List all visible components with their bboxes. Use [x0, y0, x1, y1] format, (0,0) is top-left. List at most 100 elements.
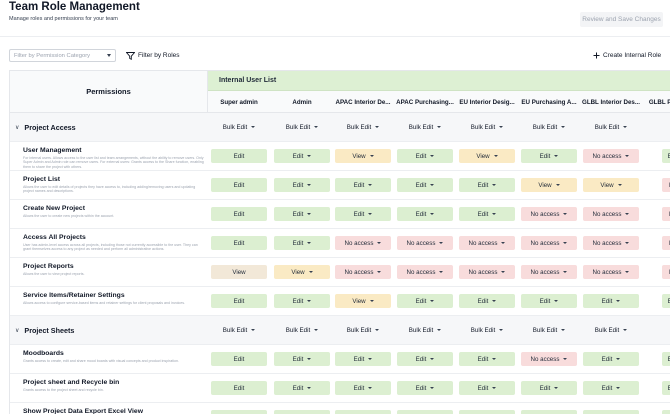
access-level-dropdown[interactable]: Edit: [211, 149, 267, 163]
bulk-edit-dropdown[interactable]: Bulk Edit: [471, 124, 504, 131]
access-level-dropdown[interactable]: View: [274, 265, 330, 279]
bulk-edit-dropdown[interactable]: Bulk Edit: [223, 124, 256, 131]
access-level-dropdown[interactable]: View: [335, 149, 391, 163]
access-level-dropdown[interactable]: Edit: [397, 149, 453, 163]
access-level-dropdown[interactable]: No: [662, 178, 670, 192]
access-level-dropdown[interactable]: Edit: [662, 149, 670, 163]
bulk-edit-dropdown[interactable]: Bulk Edit: [595, 124, 628, 131]
bulk-edit-dropdown[interactable]: Bulk Edit: [409, 124, 442, 131]
access-level-dropdown[interactable]: Edit: [397, 381, 453, 395]
access-level-dropdown[interactable]: No access: [583, 236, 639, 250]
access-level-dropdown[interactable]: Edit: [662, 352, 670, 366]
access-level-dropdown[interactable]: Edit: [459, 381, 515, 395]
access-level-dropdown[interactable]: Edit: [211, 207, 267, 221]
access-level-dropdown[interactable]: Edit: [459, 410, 515, 414]
role-column-header[interactable]: GLBL Interior Des...: [580, 91, 642, 113]
access-level-dropdown[interactable]: Edit: [583, 410, 639, 414]
permission-category-filter[interactable]: Filter by Permission Category: [9, 49, 116, 62]
access-level-dropdown[interactable]: Edit: [397, 294, 453, 308]
chevron-down-icon[interactable]: ∨: [15, 327, 19, 334]
access-level-dropdown[interactable]: Edit: [521, 294, 577, 308]
create-role-button[interactable]: Create Internal Role: [593, 49, 661, 62]
access-level-dropdown[interactable]: Edit: [459, 352, 515, 366]
access-level-dropdown[interactable]: Edit: [274, 178, 330, 192]
access-level-dropdown[interactable]: No access: [397, 236, 453, 250]
access-level-dropdown[interactable]: Edit: [274, 294, 330, 308]
access-level-dropdown[interactable]: Edit: [274, 352, 330, 366]
access-level-dropdown[interactable]: View: [583, 178, 639, 192]
access-level-dropdown[interactable]: Edit: [397, 352, 453, 366]
role-column-header[interactable]: Admin: [271, 91, 333, 113]
access-level-dropdown[interactable]: No: [662, 265, 670, 279]
access-level-dropdown[interactable]: Edit: [335, 381, 391, 395]
access-level-dropdown[interactable]: No: [662, 207, 670, 221]
bulk-edit-dropdown[interactable]: Bulk Edit: [595, 327, 628, 334]
bulk-edit-dropdown[interactable]: Bulk Edit: [347, 327, 380, 334]
access-level-dropdown[interactable]: No access: [459, 265, 515, 279]
access-level-dropdown[interactable]: Edit: [583, 294, 639, 308]
section-header-row[interactable]: ∨ Project Access Bulk Edit Bulk Edit Bulk Ed…: [10, 113, 670, 142]
access-level-dropdown[interactable]: No: [662, 236, 670, 250]
bulk-edit-dropdown[interactable]: Bulk Edit: [471, 327, 504, 334]
section-title[interactable]: ∨ Project Sheets: [10, 316, 208, 344]
section-title[interactable]: ∨ Project Access: [10, 113, 208, 141]
role-column-header[interactable]: GLBL Pu: [642, 91, 670, 113]
access-level-dropdown[interactable]: No access: [583, 149, 639, 163]
access-level-dropdown[interactable]: View: [521, 178, 577, 192]
role-column-header[interactable]: Super admin: [208, 91, 270, 113]
access-level-dropdown[interactable]: Edit: [583, 352, 639, 366]
access-level-dropdown[interactable]: View: [211, 265, 267, 279]
role-column-header[interactable]: APAC Purchasing...: [394, 91, 456, 113]
access-level-dropdown[interactable]: Edit: [662, 410, 670, 414]
filter-roles-button[interactable]: Filter by Roles: [126, 49, 180, 62]
role-column-header[interactable]: APAC Interior De...: [332, 91, 394, 113]
role-column-header[interactable]: EU Interior Desig...: [456, 91, 518, 113]
bulk-edit-dropdown[interactable]: Bulk Edit: [286, 124, 319, 131]
access-level-dropdown[interactable]: No access: [459, 236, 515, 250]
access-level-dropdown[interactable]: No access: [397, 265, 453, 279]
access-level-dropdown[interactable]: Edit: [662, 381, 670, 395]
bulk-edit-dropdown[interactable]: Bulk Edit: [286, 327, 319, 334]
chevron-down-icon[interactable]: ∨: [15, 124, 19, 131]
bulk-edit-dropdown[interactable]: Bulk Edit: [409, 327, 442, 334]
access-level-dropdown[interactable]: Edit: [211, 294, 267, 308]
access-level-dropdown[interactable]: No access: [335, 236, 391, 250]
access-level-dropdown[interactable]: No access: [521, 265, 577, 279]
access-level-dropdown[interactable]: Edit: [397, 178, 453, 192]
access-level-dropdown[interactable]: No access: [521, 236, 577, 250]
access-level-dropdown[interactable]: Edit: [211, 236, 267, 250]
access-level-dropdown[interactable]: Edit: [335, 352, 391, 366]
access-level-dropdown[interactable]: Edit: [211, 410, 267, 414]
bulk-edit-dropdown[interactable]: Bulk Edit: [533, 327, 566, 334]
access-level-dropdown[interactable]: Edit: [274, 207, 330, 221]
access-level-dropdown[interactable]: Edit: [521, 149, 577, 163]
review-save-button[interactable]: Review and Save Changes: [580, 12, 663, 27]
access-level-dropdown[interactable]: Edit: [459, 207, 515, 221]
access-level-dropdown[interactable]: Edit: [274, 149, 330, 163]
access-level-dropdown[interactable]: No access: [583, 265, 639, 279]
access-level-dropdown[interactable]: Edit: [274, 236, 330, 250]
section-header-row[interactable]: ∨ Project Sheets Bulk Edit Bulk Edit Bulk Ed…: [10, 316, 670, 345]
access-level-dropdown[interactable]: View: [459, 149, 515, 163]
access-level-dropdown[interactable]: Edit: [583, 381, 639, 395]
access-level-dropdown[interactable]: No access: [521, 352, 577, 366]
access-level-dropdown[interactable]: Edit: [459, 294, 515, 308]
access-level-dropdown[interactable]: View: [335, 294, 391, 308]
access-level-dropdown[interactable]: Edit: [211, 352, 267, 366]
access-level-dropdown[interactable]: No access: [583, 207, 639, 221]
access-level-dropdown[interactable]: Edit: [335, 207, 391, 221]
bulk-edit-dropdown[interactable]: Bulk Edit: [533, 124, 566, 131]
bulk-edit-dropdown[interactable]: Bulk Edit: [347, 124, 380, 131]
access-level-dropdown[interactable]: Edit: [274, 381, 330, 395]
access-level-dropdown[interactable]: Edit: [274, 410, 330, 414]
access-level-dropdown[interactable]: No access: [335, 265, 391, 279]
access-level-dropdown[interactable]: Edit: [521, 381, 577, 395]
access-level-dropdown[interactable]: Edit: [335, 410, 391, 414]
access-level-dropdown[interactable]: Edit: [662, 294, 670, 308]
access-level-dropdown[interactable]: Edit: [397, 207, 453, 221]
access-level-dropdown[interactable]: Edit: [459, 178, 515, 192]
role-column-header[interactable]: EU Purchasing A...: [518, 91, 580, 113]
access-level-dropdown[interactable]: Edit: [211, 381, 267, 395]
access-level-dropdown[interactable]: Edit: [335, 178, 391, 192]
access-level-dropdown[interactable]: Edit: [397, 410, 453, 414]
